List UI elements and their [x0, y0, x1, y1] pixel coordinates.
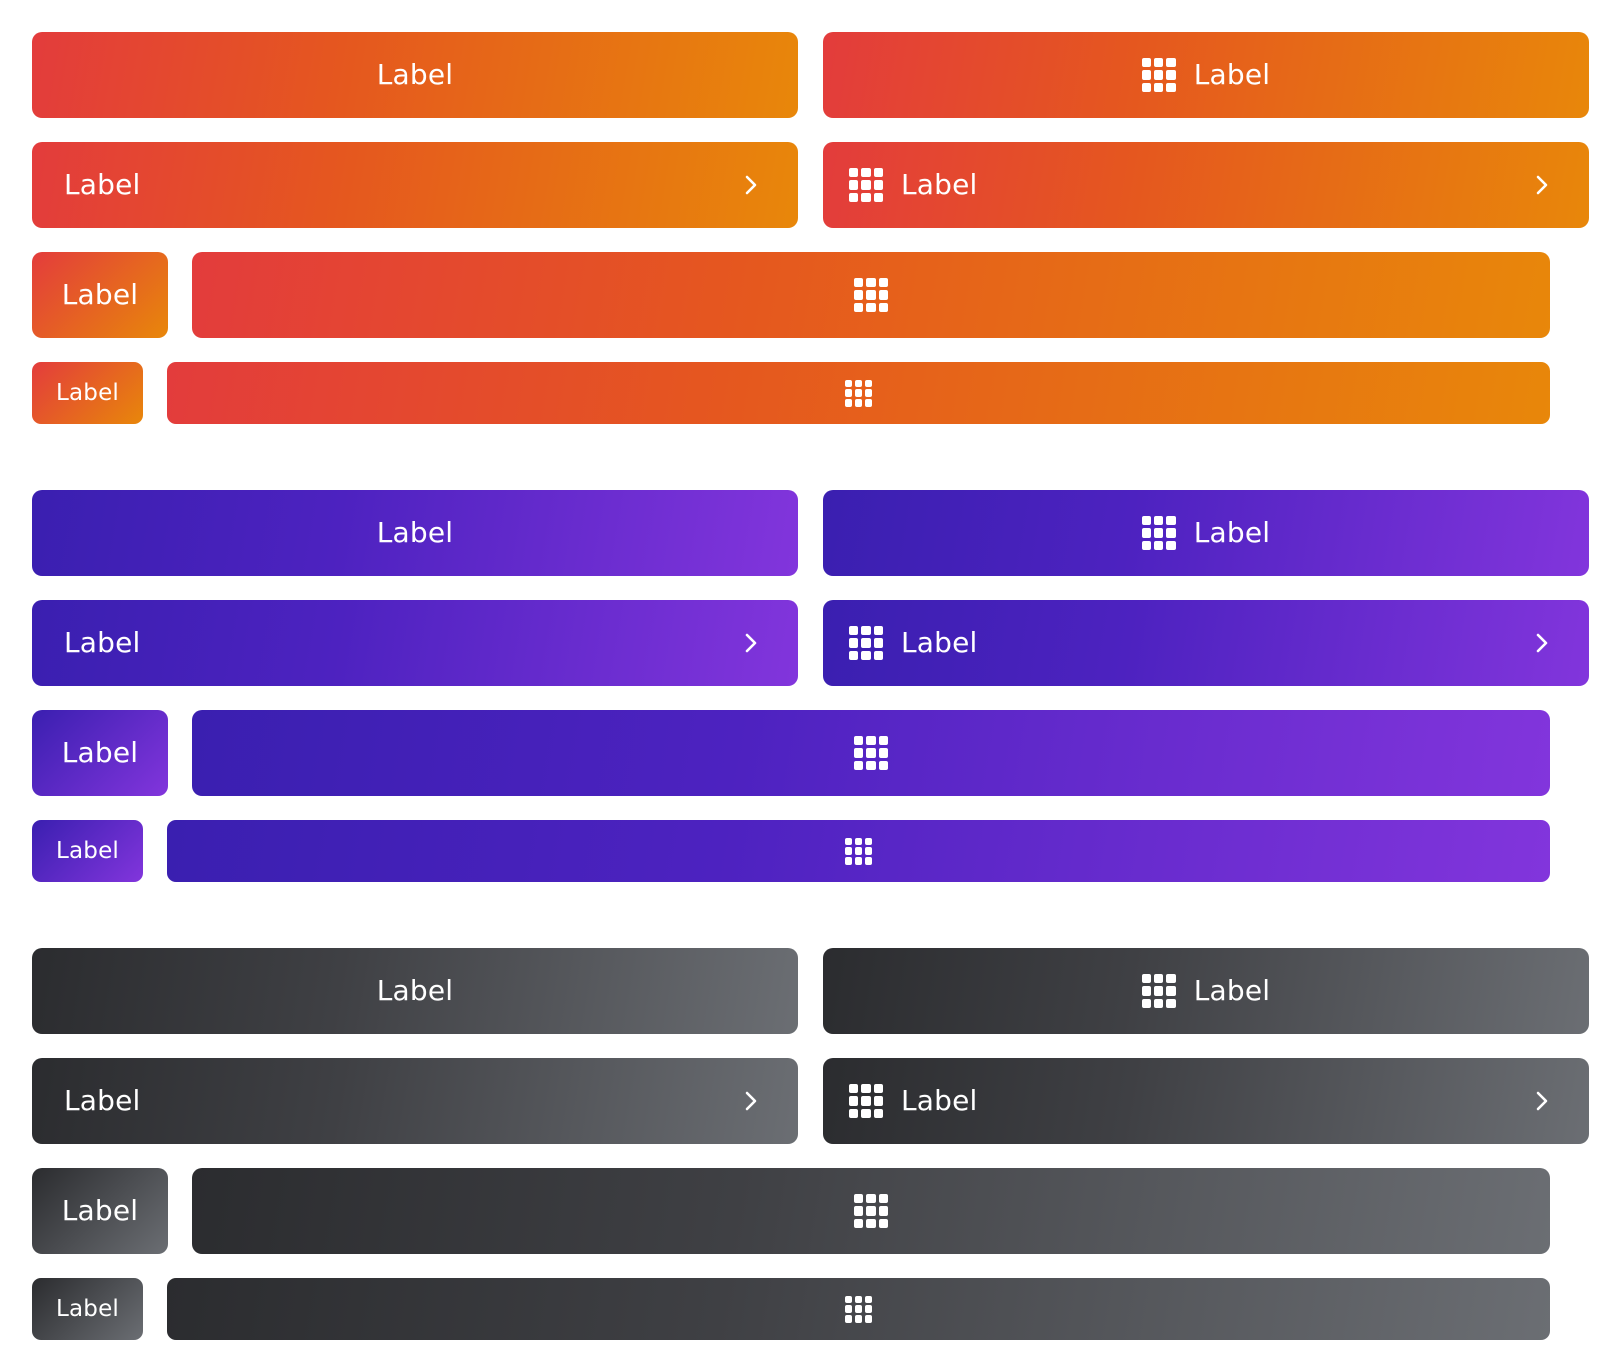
grid-icon — [1141, 974, 1176, 1008]
button-label: Label — [64, 168, 141, 201]
button-label: Label — [376, 516, 454, 549]
dark-compact-label-button[interactable]: Label — [32, 1168, 168, 1254]
purple-small-label-button[interactable]: Label — [32, 820, 143, 882]
grid-icon — [849, 626, 883, 660]
grid-icon — [854, 1194, 888, 1228]
button-label: Label — [61, 736, 139, 769]
purple-icon-only-button[interactable] — [192, 710, 1550, 796]
purple-small-icon-only-button[interactable] — [167, 820, 1550, 882]
chevron-right-icon — [745, 175, 757, 195]
grid-icon — [845, 1295, 872, 1323]
button-label: Label — [61, 1194, 139, 1227]
dark-chevron-button[interactable]: Label — [32, 1058, 798, 1144]
grid-icon — [849, 168, 883, 202]
button-gallery: Label Label Label Label Label Label Labe… — [0, 0, 1620, 1369]
orange-icon-label-button[interactable]: Label — [823, 32, 1589, 118]
orange-icon-chevron-button[interactable]: Label — [823, 142, 1589, 228]
grid-icon — [854, 736, 888, 770]
button-label: Label — [55, 379, 120, 406]
dark-small-icon-only-button[interactable] — [167, 1278, 1550, 1340]
button-label: Label — [1193, 58, 1271, 91]
dark-icon-only-button[interactable] — [192, 1168, 1550, 1254]
chevron-right-icon — [1536, 1091, 1548, 1111]
chevron-right-icon — [1536, 175, 1548, 195]
chevron-right-icon — [745, 633, 757, 653]
purple-chevron-button[interactable]: Label — [32, 600, 798, 686]
dark-icon-chevron-button[interactable]: Label — [823, 1058, 1589, 1144]
button-group-orange: Label Label Label Label Label Label — [0, 0, 1620, 424]
button-label: Label — [55, 1295, 120, 1322]
purple-icon-label-button[interactable]: Label — [823, 490, 1589, 576]
grid-icon — [845, 379, 872, 407]
button-label: Label — [64, 1084, 141, 1117]
button-label: Label — [901, 168, 978, 201]
button-group-purple: Label Label Label Label Label Label — [0, 458, 1620, 882]
orange-full-width-button[interactable]: Label — [32, 32, 798, 118]
orange-chevron-button[interactable]: Label — [32, 142, 798, 228]
grid-icon — [1141, 58, 1176, 92]
orange-small-icon-only-button[interactable] — [167, 362, 1550, 424]
purple-compact-label-button[interactable]: Label — [32, 710, 168, 796]
chevron-right-icon — [1536, 633, 1548, 653]
chevron-right-icon — [745, 1091, 757, 1111]
dark-small-label-button[interactable]: Label — [32, 1278, 143, 1340]
button-group-dark: Label Label Label Label Label Label — [0, 916, 1620, 1340]
grid-icon — [854, 278, 888, 312]
button-label: Label — [1193, 516, 1271, 549]
button-label: Label — [61, 278, 139, 311]
orange-icon-only-button[interactable] — [192, 252, 1550, 338]
button-label: Label — [55, 837, 120, 864]
button-label: Label — [64, 626, 141, 659]
orange-compact-label-button[interactable]: Label — [32, 252, 168, 338]
grid-icon — [845, 837, 872, 865]
button-label: Label — [901, 1084, 978, 1117]
purple-icon-chevron-button[interactable]: Label — [823, 600, 1589, 686]
purple-full-width-button[interactable]: Label — [32, 490, 798, 576]
grid-icon — [849, 1084, 883, 1118]
dark-icon-label-button[interactable]: Label — [823, 948, 1589, 1034]
button-label: Label — [376, 974, 454, 1007]
button-label: Label — [376, 58, 454, 91]
grid-icon — [1141, 516, 1176, 550]
button-label: Label — [1193, 974, 1271, 1007]
button-label: Label — [901, 626, 978, 659]
orange-small-label-button[interactable]: Label — [32, 362, 143, 424]
dark-full-width-button[interactable]: Label — [32, 948, 798, 1034]
